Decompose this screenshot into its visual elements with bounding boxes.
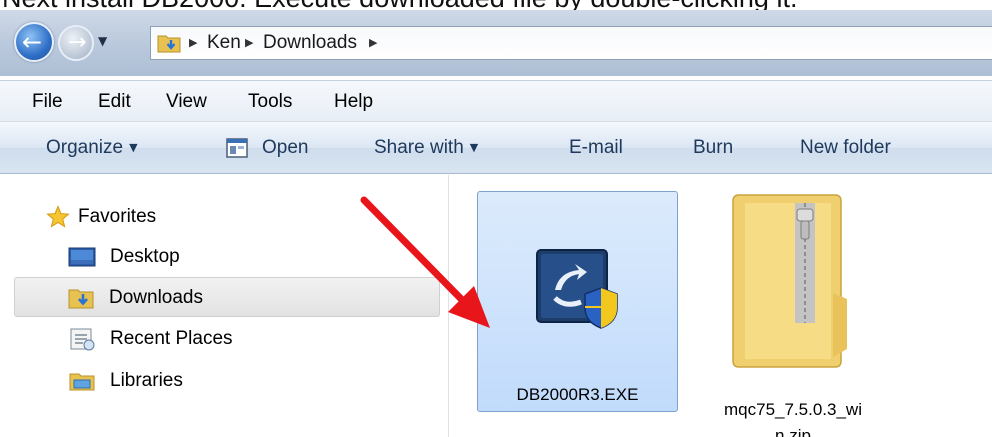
- installer-shield-icon: [536, 249, 618, 329]
- share-with-label: Share with: [374, 137, 464, 158]
- nav-item-libraries[interactable]: Libraries: [66, 361, 366, 401]
- menu-bar: File Edit View Tools Help: [0, 80, 992, 122]
- address-field[interactable]: ▶ Ken ▶ Downloads ▶: [150, 26, 992, 60]
- back-arrow-icon: ←: [22, 28, 43, 56]
- menu-tools[interactable]: Tools: [248, 81, 292, 123]
- instruction-caption: Next install DB2000. Execute downloaded …: [0, 0, 992, 10]
- file-name: DB2000R3.EXE: [516, 385, 639, 404]
- breadcrumb-ken[interactable]: Ken: [207, 27, 241, 59]
- file-name-line-2: n.zip: [775, 426, 811, 437]
- file-list-area: DB2000R3.EXE mqc75_7.5.0.3_wi n.zip: [449, 175, 992, 437]
- open-icon: [226, 138, 248, 158]
- nav-item-label: Downloads: [109, 287, 203, 308]
- address-bar-area: ← → ▼ ▶ Ken ▶ Downloads ▶: [0, 10, 992, 76]
- nav-item-recent-places[interactable]: Recent Places: [66, 319, 366, 359]
- file-item-db2000r3-exe[interactable]: DB2000R3.EXE: [477, 191, 678, 412]
- downloads-folder-icon: [68, 289, 94, 309]
- organize-label: Organize: [46, 137, 124, 158]
- annotation-arrow-icon: [360, 196, 490, 328]
- nav-item-label: Libraries: [110, 370, 183, 391]
- menu-view[interactable]: View: [166, 81, 207, 123]
- nav-item-label: Recent Places: [110, 328, 233, 349]
- email-button[interactable]: E-mail: [569, 122, 623, 174]
- zip-folder-icon: [732, 194, 847, 368]
- burn-button[interactable]: Burn: [693, 122, 733, 174]
- nav-item-desktop[interactable]: Desktop: [66, 237, 366, 277]
- share-with-button[interactable]: Share with ▼: [374, 122, 478, 174]
- dropdown-arrow-icon: ▼: [469, 141, 479, 154]
- downloads-folder-icon: [157, 35, 181, 53]
- back-button[interactable]: ←: [14, 22, 54, 62]
- breadcrumb-separator-icon[interactable]: ▶: [189, 27, 197, 59]
- nav-item-favorites[interactable]: Favorites: [44, 197, 344, 237]
- star-icon: [46, 205, 70, 228]
- recent-pages-dropdown-icon[interactable]: ▼: [98, 34, 107, 48]
- organize-button[interactable]: Organize ▼: [46, 122, 138, 174]
- forward-button[interactable]: →: [58, 25, 94, 61]
- libraries-icon: [69, 373, 95, 391]
- command-bar: Organize ▼ Open Share with ▼ E-mail Burn N…: [0, 122, 992, 174]
- file-item-mqc75-zip[interactable]: mqc75_7.5.0.3_wi n.zip: [703, 191, 913, 437]
- dropdown-arrow-icon: ▼: [129, 141, 138, 154]
- forward-arrow-icon: →: [68, 30, 87, 55]
- menu-file[interactable]: File: [32, 81, 63, 123]
- breadcrumb-downloads[interactable]: Downloads: [263, 27, 357, 59]
- new-folder-button[interactable]: New folder: [800, 122, 891, 174]
- nav-item-label: Favorites: [78, 206, 157, 227]
- menu-help[interactable]: Help: [334, 81, 373, 123]
- recent-places-icon: [70, 328, 95, 351]
- file-name-line-1: mqc75_7.5.0.3_wi: [724, 400, 862, 419]
- menu-edit[interactable]: Edit: [98, 81, 131, 123]
- breadcrumb-separator-icon[interactable]: ▶: [369, 27, 377, 59]
- nav-item-label: Desktop: [110, 246, 180, 267]
- open-button[interactable]: Open: [262, 122, 308, 174]
- desktop-icon: [68, 247, 96, 267]
- breadcrumb-separator-icon[interactable]: ▶: [245, 27, 253, 59]
